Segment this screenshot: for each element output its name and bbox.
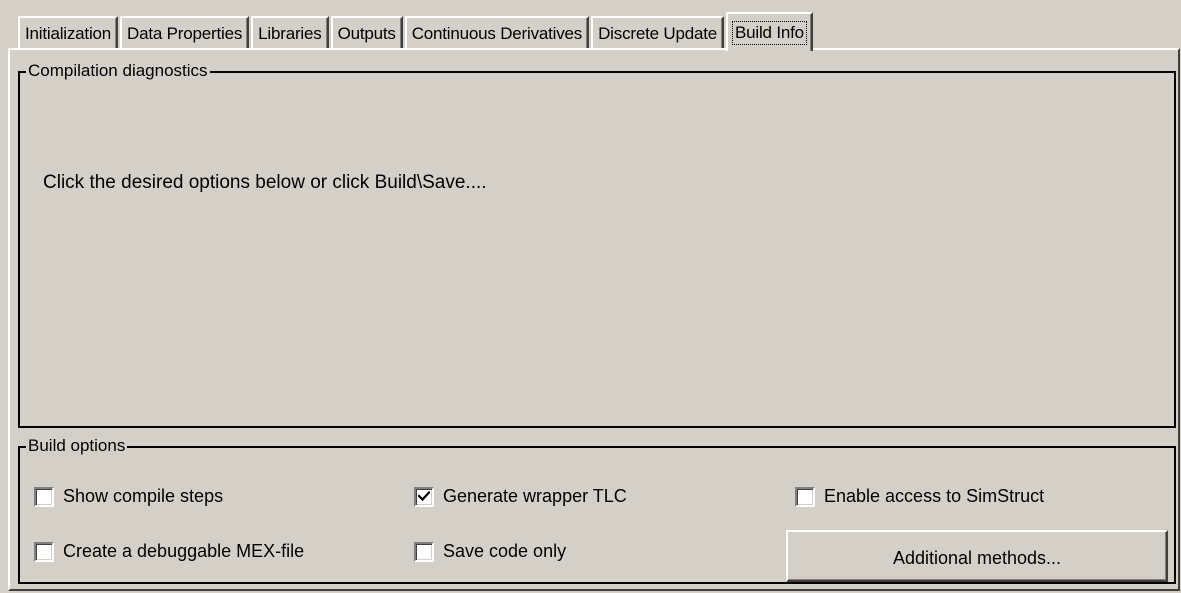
checkmark-icon <box>418 491 430 502</box>
tab-label: Continuous Derivatives <box>411 23 583 43</box>
checkbox-label: Save code only <box>443 541 567 561</box>
tab-data-properties[interactable]: Data Properties <box>120 16 250 49</box>
generate-wrapper-tlc-checkbox[interactable]: Generate wrapper TLC <box>414 486 627 507</box>
tab-label: Initialization <box>25 23 112 43</box>
additional-methods-button[interactable]: Additional methods... <box>786 530 1168 582</box>
show-compile-steps-checkbox[interactable]: Show compile steps <box>34 486 223 507</box>
checkbox-box[interactable] <box>414 486 434 507</box>
group-title: Build options <box>26 436 128 456</box>
checkbox-box[interactable] <box>414 541 434 562</box>
tab-libraries[interactable]: Libraries <box>251 16 329 49</box>
tab-discrete-update[interactable]: Discrete Update <box>591 16 724 49</box>
checkbox-label: Create a debuggable MEX-file <box>63 541 305 561</box>
button-label: Additional methods... <box>892 547 1062 568</box>
compilation-diagnostics-group: Compilation diagnostics Click the desire… <box>18 61 1176 428</box>
create-debuggable-mex-checkbox[interactable]: Create a debuggable MEX-file <box>34 541 304 562</box>
save-code-only-checkbox[interactable]: Save code only <box>414 541 566 562</box>
tab-initialization[interactable]: Initialization <box>18 16 119 49</box>
group-title: Compilation diagnostics <box>26 61 210 81</box>
tab-build-info[interactable]: Build Info <box>726 12 813 51</box>
enable-simstruct-access-checkbox[interactable]: Enable access to SimStruct <box>795 486 1044 507</box>
checkbox-box[interactable] <box>34 486 54 507</box>
checkbox-label: Show compile steps <box>63 486 224 506</box>
checkbox-label: Generate wrapper TLC <box>443 486 627 506</box>
tab-label: Build Info <box>732 20 807 45</box>
tab-label: Discrete Update <box>598 23 717 43</box>
tab-label: Outputs <box>337 23 396 43</box>
tab-label: Libraries <box>258 23 322 43</box>
checkbox-box[interactable] <box>34 541 54 562</box>
tab-continuous-derivatives[interactable]: Continuous Derivatives <box>404 16 590 49</box>
checkbox-label: Enable access to SimStruct <box>824 486 1045 506</box>
tab-label: Data Properties <box>127 23 243 43</box>
tab-strip: Initialization Data Properties Libraries… <box>18 12 815 51</box>
checkbox-box[interactable] <box>795 486 815 507</box>
tab-outputs[interactable]: Outputs <box>330 16 403 49</box>
diagnostics-message: Click the desired options below or click… <box>43 172 487 193</box>
